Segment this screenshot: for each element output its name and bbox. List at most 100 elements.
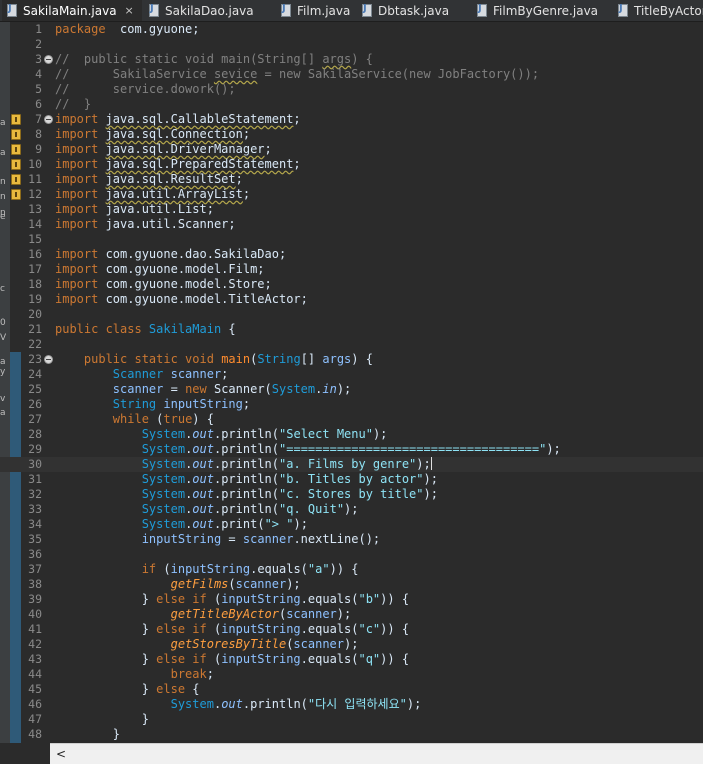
code-line[interactable]: 4 // SakilaService sevice = new SakilaSer…	[0, 67, 703, 82]
scroll-left-arrow-icon[interactable]: <	[56, 747, 66, 761]
code-text: System.out.println("q. Quit");	[55, 502, 359, 517]
code-line[interactable]: 37 if (inputString.equals("a")) {	[0, 562, 703, 577]
code-line[interactable]: 45 } else {	[0, 682, 703, 697]
code-line[interactable]: 15	[0, 232, 703, 247]
horizontal-scrollbar[interactable]: <	[50, 743, 703, 764]
code-line[interactable]: 7 import java.sql.CallableStatement;	[0, 112, 703, 127]
code-line[interactable]: 18 import com.gyuone.model.Store;	[0, 277, 703, 292]
code-line[interactable]: 31 System.out.println("b. Titles by acto…	[0, 472, 703, 487]
code-token: .equals(	[300, 592, 359, 606]
code-line[interactable]: 42 getStoresByTitle(scanner);	[0, 637, 703, 652]
code-line[interactable]: 36	[0, 547, 703, 562]
code-token: }	[55, 712, 149, 726]
code-line[interactable]: 12 import java.util.ArrayList;	[0, 187, 703, 202]
code-token: "==================================="	[279, 442, 547, 456]
line-number: 47	[28, 712, 42, 726]
code-line[interactable]: 43 } else if (inputString.equals("q")) {	[0, 652, 703, 667]
code-text: // service.dowork();	[55, 82, 236, 97]
line-number: 41	[28, 622, 42, 636]
code-line[interactable]: 13 import java.util.List;	[0, 202, 703, 217]
close-tab-icon[interactable]: ×	[125, 4, 134, 17]
code-token: System	[141, 427, 186, 441]
code-line[interactable]: 17 import com.gyuone.model.Film;	[0, 262, 703, 277]
java-file-icon	[617, 3, 629, 17]
code-text: System.out.println("====================…	[55, 442, 561, 457]
code-token: scanner	[170, 367, 222, 381]
code-token: }	[55, 682, 157, 696]
text-cursor	[430, 457, 432, 470]
code-token: public class	[55, 322, 149, 336]
code-text: System.out.println("b. Titles by actor")…	[55, 472, 438, 487]
code-line[interactable]: 26 String inputString;	[0, 397, 703, 412]
code-line[interactable]: 22	[0, 337, 703, 352]
java-file-icon	[476, 3, 488, 17]
tab-filmbygenre-java[interactable]: FilmByGenre.java	[472, 0, 610, 21]
code-line[interactable]: 3 // public static void main(String[] arg…	[0, 52, 703, 67]
code-editor[interactable]: 1 package com.gyuone; 2 3 // public static v…	[0, 22, 703, 744]
code-text: import com.gyuone.dao.SakilaDao;	[55, 247, 286, 262]
code-token: "Select Menu"	[279, 427, 373, 441]
code-line[interactable]: 39 } else if (inputString.equals("b")) {	[0, 592, 703, 607]
code-line[interactable]: 47 }	[0, 712, 703, 727]
code-line[interactable]: 16 import com.gyuone.dao.SakilaDao;	[0, 247, 703, 262]
code-token: args	[322, 352, 352, 366]
code-line[interactable]: 33 System.out.println("q. Quit");	[0, 502, 703, 517]
code-line[interactable]: 32 System.out.println("c. Stores by titl…	[0, 487, 703, 502]
code-line[interactable]: 19 import com.gyuone.model.TitleActor;	[0, 292, 703, 307]
code-line[interactable]: 41 } else if (inputString.equals("c")) {	[0, 622, 703, 637]
code-line[interactable]: 38 getFilms(scanner);	[0, 577, 703, 592]
code-line[interactable]: 24 Scanner scanner;	[0, 367, 703, 382]
tab-dbtask-java[interactable]: Dbtask.java	[357, 0, 469, 21]
code-token: "다시 입력하세요"	[307, 697, 407, 711]
code-line[interactable]: 30 System.out.println("a. Films by genre…	[0, 457, 703, 472]
tab-film-java[interactable]: Film.java	[276, 0, 354, 21]
code-text: getTitleByActor(scanner);	[55, 607, 352, 622]
line-number: 10	[28, 157, 42, 171]
code-line[interactable]: 5 // service.dowork();	[0, 82, 703, 97]
code-token: String	[112, 397, 164, 411]
code-token: java.sql.ResultSet	[105, 172, 236, 186]
code-line[interactable]: 20	[0, 307, 703, 322]
fold-toggle-icon[interactable]	[44, 55, 53, 64]
code-line[interactable]: 48 }	[0, 727, 703, 742]
code-token: import	[55, 142, 106, 156]
code-line[interactable]: 11 import java.sql.ResultSet;	[0, 172, 703, 187]
code-line[interactable]: 44 break;	[0, 667, 703, 682]
code-token: import	[55, 187, 106, 201]
code-token: true	[163, 412, 193, 426]
code-line[interactable]: 29 System.out.println("=================…	[0, 442, 703, 457]
code-line[interactable]: 9 import java.sql.DriverManager;	[0, 142, 703, 157]
line-number: 21	[28, 322, 42, 336]
code-token: );	[344, 637, 359, 651]
code-line[interactable]: 28 System.out.println("Select Menu");	[0, 427, 703, 442]
code-line[interactable]: 21 public class SakilaMain {	[0, 322, 703, 337]
code-token: ) {	[351, 352, 373, 366]
code-line[interactable]: 46 System.out.println("다시 입력하세요");	[0, 697, 703, 712]
code-text: import java.util.Scanner;	[55, 217, 236, 232]
code-token: []	[300, 352, 323, 366]
code-line[interactable]: 6 // }	[0, 97, 703, 112]
code-line[interactable]: 35 inputString = scanner.nextLine();	[0, 532, 703, 547]
tab-sakiladao-java[interactable]: SakilaDao.java	[144, 0, 274, 21]
code-line[interactable]: 2	[0, 37, 703, 52]
tab-titlebyactor[interactable]: TitleByActor	[613, 0, 703, 21]
fold-toggle-icon[interactable]	[44, 115, 53, 124]
code-line[interactable]: 1 package com.gyuone;	[0, 22, 703, 37]
line-number: 12	[28, 187, 42, 201]
tab-sakilamain-java[interactable]: SakilaMain.java ×	[2, 0, 142, 21]
code-line[interactable]: 10 import java.sql.PreparedStatement;	[0, 157, 703, 172]
fold-toggle-icon[interactable]	[44, 355, 53, 364]
code-line[interactable]: 27 while (true) {	[0, 412, 703, 427]
code-line[interactable]: 25 scanner = new Scanner(System.in);	[0, 382, 703, 397]
code-text: import java.sql.CallableStatement;	[55, 112, 301, 127]
code-line[interactable]: 40 getTitleByActor(scanner);	[0, 607, 703, 622]
line-number: 34	[28, 517, 42, 531]
code-token: .equals(	[300, 622, 359, 636]
code-line[interactable]: 14 import java.util.Scanner;	[0, 217, 703, 232]
code-line[interactable]: 34 System.out.print("> ");	[0, 517, 703, 532]
code-line[interactable]: 23 public static void main(String[] args…	[0, 352, 703, 367]
code-line[interactable]: 8 import java.sql.Connection;	[0, 127, 703, 142]
